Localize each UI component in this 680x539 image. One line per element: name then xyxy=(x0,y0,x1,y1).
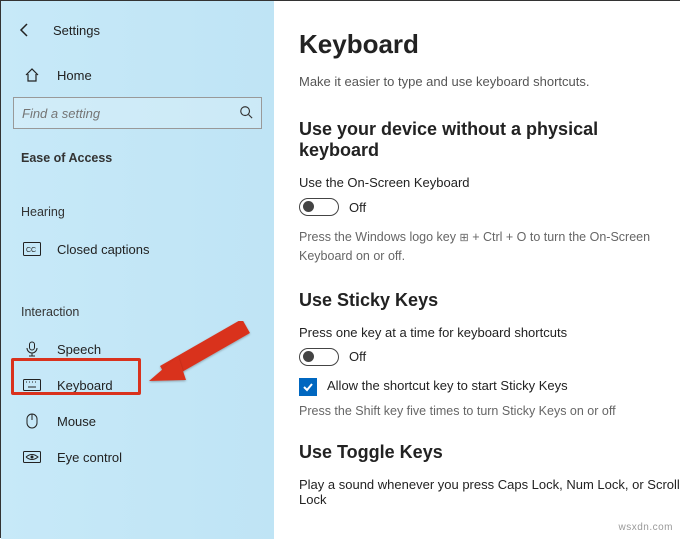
osk-label: Use the On-Screen Keyboard xyxy=(299,175,680,190)
keyboard-icon xyxy=(21,379,43,391)
group-hearing-label: Hearing xyxy=(1,193,274,221)
sidebar-item-eye-control[interactable]: Eye control xyxy=(1,439,274,475)
back-arrow-icon xyxy=(17,22,33,38)
svg-text:CC: CC xyxy=(26,247,36,254)
sidebar-item-label: Keyboard xyxy=(57,378,113,393)
settings-header: Settings xyxy=(1,13,274,45)
sidebar-item-keyboard[interactable]: Keyboard xyxy=(1,367,274,403)
sticky-help-text: Press the Shift key five times to turn S… xyxy=(299,402,680,421)
sticky-toggle-state: Off xyxy=(349,349,366,364)
toggle-knob xyxy=(303,201,314,212)
togglekeys-label: Play a sound whenever you press Caps Loc… xyxy=(299,477,680,507)
sidebar-item-mouse[interactable]: Mouse xyxy=(1,403,274,439)
sidebar: Settings Home Ease of Access Hearing CC … xyxy=(1,1,274,539)
category-label: Ease of Access xyxy=(1,139,274,167)
back-button[interactable] xyxy=(15,20,35,40)
page-subtitle: Make it easier to type and use keyboard … xyxy=(299,74,680,89)
page-title: Keyboard xyxy=(299,29,680,60)
osk-toggle[interactable] xyxy=(299,198,339,216)
content-pane: Keyboard Make it easier to type and use … xyxy=(274,1,680,539)
sticky-shortcut-label: Allow the shortcut key to start Sticky K… xyxy=(327,378,568,393)
search-box[interactable] xyxy=(13,97,262,129)
osk-toggle-state: Off xyxy=(349,200,366,215)
sticky-toggle[interactable] xyxy=(299,348,339,366)
microphone-icon xyxy=(21,341,43,357)
sticky-label: Press one key at a time for keyboard sho… xyxy=(299,325,680,340)
sidebar-item-closed-captions[interactable]: CC Closed captions xyxy=(1,231,274,267)
sticky-toggle-row: Off xyxy=(299,348,680,366)
section-heading-sticky-keys: Use Sticky Keys xyxy=(299,290,680,311)
sticky-shortcut-checkbox[interactable] xyxy=(299,378,317,396)
search-icon xyxy=(239,105,253,122)
sidebar-item-label: Speech xyxy=(57,342,101,357)
section-heading-toggle-keys: Use Toggle Keys xyxy=(299,442,680,463)
search-row xyxy=(13,97,262,129)
sidebar-home[interactable]: Home xyxy=(1,57,274,93)
sidebar-item-speech[interactable]: Speech xyxy=(1,331,274,367)
closed-captions-icon: CC xyxy=(21,242,43,256)
sticky-shortcut-row: Allow the shortcut key to start Sticky K… xyxy=(299,378,680,396)
osk-help-text: Press the Windows logo key ⊞ + Ctrl + O … xyxy=(299,228,680,266)
watermark: wsxdn.com xyxy=(618,522,673,533)
toggle-knob xyxy=(303,351,314,362)
sidebar-item-label: Closed captions xyxy=(57,242,150,257)
sidebar-home-label: Home xyxy=(57,68,92,83)
sidebar-item-label: Mouse xyxy=(57,414,96,429)
check-icon xyxy=(302,381,314,393)
section-heading-physical-keyboard: Use your device without a physical keybo… xyxy=(299,119,680,161)
group-interaction-label: Interaction xyxy=(1,293,274,321)
app-title: Settings xyxy=(53,23,100,38)
windows-key-icon: ⊞ xyxy=(460,232,469,244)
sidebar-item-label: Eye control xyxy=(57,450,122,465)
mouse-icon xyxy=(21,413,43,429)
eye-control-icon xyxy=(21,451,43,463)
home-icon xyxy=(21,67,43,83)
osk-toggle-row: Off xyxy=(299,198,680,216)
search-input[interactable] xyxy=(22,106,239,121)
